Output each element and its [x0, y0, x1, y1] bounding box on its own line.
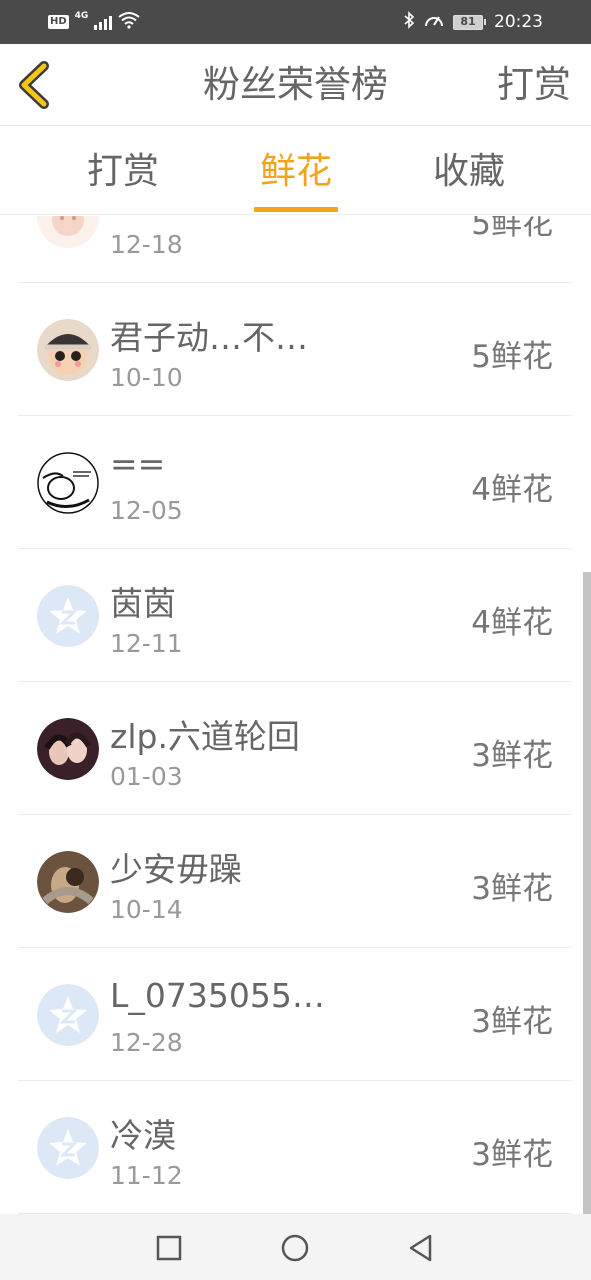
avatar[interactable]	[37, 1117, 99, 1179]
wifi-icon	[118, 11, 140, 33]
fan-row[interactable]: == 12-05 4鲜花	[18, 416, 572, 549]
fan-name: 茵茵	[110, 584, 176, 623]
recents-button[interactable]	[149, 1228, 189, 1268]
flower-count: 4鲜花	[471, 605, 553, 641]
flower-count: 5鲜花	[471, 216, 553, 242]
avatar[interactable]	[37, 718, 99, 780]
status-left: HD 4G	[48, 0, 140, 44]
home-button[interactable]	[275, 1228, 315, 1268]
fan-row[interactable]: 冷漠 11-12 3鲜花	[18, 1081, 572, 1214]
fan-row[interactable]: L_0735055… 12-28 3鲜花	[18, 948, 572, 1081]
reward-button[interactable]: 打赏	[497, 44, 571, 126]
fan-list[interactable]: 12-18 5鲜花 君子动…不… 10-10 5鲜花 == 12-05 4鲜花 茵茵 12-11 4…	[0, 216, 591, 1214]
fan-row[interactable]: 12-18 5鲜花	[18, 216, 572, 283]
fan-name: L_0735055…	[110, 976, 325, 1015]
tab-favorites[interactable]: 收藏	[409, 127, 529, 215]
avatar[interactable]	[37, 216, 99, 248]
fan-name: 少安毋躁	[110, 850, 242, 889]
avatar[interactable]	[37, 319, 99, 381]
status-time: 20:23	[494, 12, 543, 32]
fan-row[interactable]: 少安毋躁 10-14 3鲜花	[18, 815, 572, 948]
fan-date: 12-11	[110, 629, 183, 658]
fan-date: 12-05	[110, 496, 183, 525]
avatar[interactable]	[37, 984, 99, 1046]
fan-name: 君子动…不…	[110, 318, 308, 357]
fan-name: ==	[110, 444, 166, 483]
fan-name: 冷漠	[110, 1116, 176, 1155]
battery-icon: 81	[453, 14, 486, 30]
fan-row[interactable]: zlp.六道轮回 01-03 3鲜花	[18, 682, 572, 815]
tab-reward[interactable]: 打赏	[63, 127, 183, 215]
fan-date: 10-14	[110, 895, 183, 924]
bluetooth-icon	[403, 11, 415, 33]
status-bar: HD 4G 81 20:23	[0, 0, 591, 44]
back-nav-button[interactable]	[401, 1228, 441, 1268]
hd-badge: HD	[48, 15, 69, 29]
system-nav-bar	[0, 1214, 591, 1280]
avatar[interactable]	[37, 851, 99, 913]
status-right: 81 20:23	[403, 0, 543, 44]
tab-flowers[interactable]: 鲜花	[236, 127, 356, 215]
fan-row[interactable]: 茵茵 12-11 4鲜花	[18, 549, 572, 682]
flower-count: 5鲜花	[471, 339, 553, 375]
fan-name: zlp.六道轮回	[110, 717, 300, 756]
flower-count: 4鲜花	[471, 472, 553, 508]
square-icon	[156, 1235, 182, 1261]
flower-count: 3鲜花	[471, 738, 553, 774]
battery-level: 81	[453, 14, 483, 30]
fan-date: 10-10	[110, 363, 183, 392]
tab-bar: 打赏 鲜花 收藏	[0, 127, 591, 215]
fan-date: 12-28	[110, 1028, 183, 1057]
fan-date: 11-12	[110, 1161, 183, 1190]
fan-row[interactable]: 君子动…不… 10-10 5鲜花	[18, 283, 572, 416]
scrollbar[interactable]	[583, 572, 591, 1214]
network-type: 4G	[74, 11, 89, 21]
flower-count: 3鲜花	[471, 1137, 553, 1173]
app-header: 粉丝荣誉榜 打赏	[0, 44, 591, 126]
speedometer-icon	[423, 11, 445, 33]
avatar[interactable]	[37, 452, 99, 514]
flower-count: 3鲜花	[471, 871, 553, 907]
signal-icon	[94, 14, 113, 30]
fan-date: 01-03	[110, 762, 183, 791]
avatar[interactable]	[37, 585, 99, 647]
circle-icon	[281, 1234, 309, 1262]
fan-date: 12-18	[110, 230, 183, 259]
flower-count: 3鲜花	[471, 1004, 553, 1040]
triangle-icon	[409, 1234, 432, 1262]
